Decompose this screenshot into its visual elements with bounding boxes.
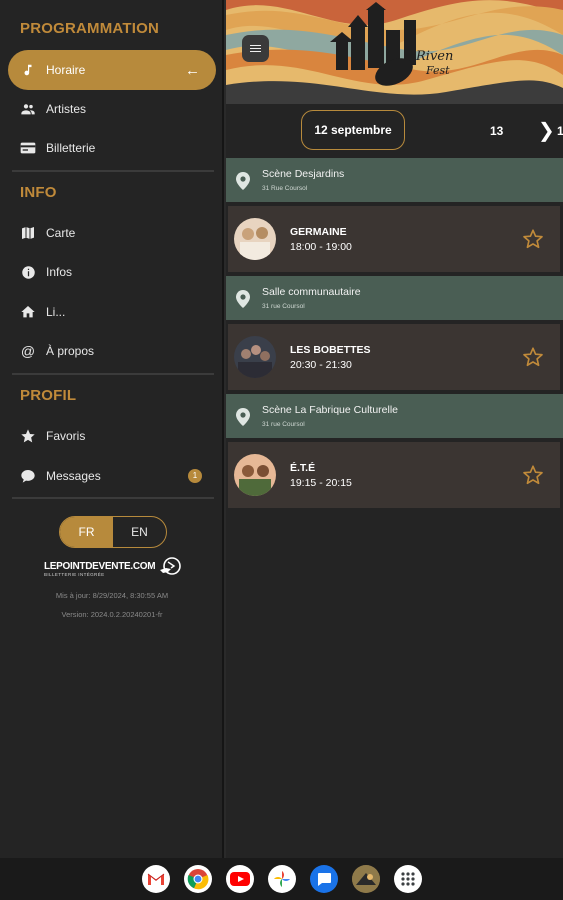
- last-updated-text: Mis à jour: 8/29/2024, 8:30:55 AM: [55, 591, 169, 600]
- date-selector: 12 septembre 13 ❯ 1: [226, 104, 563, 156]
- svg-text:Fest: Fest: [425, 64, 450, 77]
- divider: [12, 373, 214, 375]
- people-icon: [20, 101, 36, 117]
- app: PROGRAMMATION Horaire ← Artistes Billett…: [0, 0, 563, 900]
- favorite-star-icon[interactable]: [522, 346, 544, 373]
- festival-banner: Riven Fest: [226, 0, 563, 104]
- artist-avatar: [234, 336, 276, 378]
- nav-item-label: Li...: [46, 305, 66, 319]
- performance-time: 20:30 - 21:30: [290, 359, 352, 371]
- star-icon: [20, 428, 36, 444]
- arrow-left-icon[interactable]: ←: [185, 62, 200, 79]
- lepointdevente-logo[interactable]: LEPOINTDEVENTE.COM BILLETTERIE INTÉGRÉE: [44, 556, 184, 583]
- chat-bubble-icon: [20, 468, 36, 484]
- nav-item-label: Horaire: [46, 63, 86, 77]
- chevron-right-icon[interactable]: ❯: [538, 118, 555, 143]
- schedule-view: Riven Fest 12 septembre 13 ❯ 1 Scène Des…: [226, 0, 563, 858]
- app-icon[interactable]: [351, 865, 380, 893]
- favorite-star-icon[interactable]: [522, 464, 544, 491]
- venue-address: 31 Rue Coursol: [262, 185, 308, 192]
- artist-name: É.T.É: [290, 462, 316, 474]
- date-tab-next[interactable]: 13: [490, 124, 503, 138]
- nav-item-label: Billetterie: [46, 141, 96, 155]
- venue-name: Scène La Fabrique Culturelle: [262, 404, 398, 416]
- performance-card[interactable]: GERMAINE 18:00 - 19:00: [228, 206, 560, 272]
- credit-card-icon: [20, 140, 36, 156]
- artist-avatar: [234, 218, 276, 260]
- navigation-drawer: PROGRAMMATION Horaire ← Artistes Billett…: [0, 0, 224, 858]
- svg-text:Riven: Riven: [415, 49, 453, 64]
- performance-card[interactable]: LES BOBETTES 20:30 - 21:30: [228, 324, 560, 390]
- banner-waves-image: Riven Fest: [226, 0, 563, 104]
- location-pin-icon: [236, 408, 250, 431]
- performance-time: 18:00 - 19:00: [290, 241, 352, 253]
- section-title-info: INFO: [20, 184, 57, 201]
- system-taskbar: [0, 858, 563, 900]
- date-tab-selected[interactable]: 12 septembre: [301, 110, 405, 150]
- nav-item-favoris[interactable]: Favoris: [8, 416, 216, 456]
- section-title-programmation: PROGRAMMATION: [20, 20, 159, 37]
- artist-name: LES BOBETTES: [290, 344, 371, 356]
- gmail-icon[interactable]: [141, 865, 170, 893]
- artist-name: GERMAINE: [290, 226, 347, 238]
- nav-item-carte[interactable]: Carte: [8, 213, 216, 253]
- logo-sub-text: BILLETTERIE INTÉGRÉE: [44, 571, 105, 577]
- venue-header: Salle communautaire 31 rue Coursol: [226, 276, 563, 320]
- nav-item-label: À propos: [46, 344, 95, 358]
- chrome-icon[interactable]: [183, 865, 212, 893]
- nav-item-label: Favoris: [46, 429, 86, 443]
- performance-time: 19:15 - 20:15: [290, 477, 352, 489]
- info-icon: [20, 264, 36, 280]
- divider: [12, 497, 214, 499]
- home-icon: [20, 304, 36, 320]
- hamburger-icon: [250, 43, 261, 54]
- menu-button[interactable]: [242, 35, 269, 62]
- youtube-icon[interactable]: [225, 865, 254, 893]
- messages-count-badge: 1: [188, 469, 202, 483]
- venue-address: 31 rue Coursol: [262, 303, 305, 310]
- nav-item-artistes[interactable]: Artistes: [8, 89, 216, 129]
- nav-item-messages[interactable]: Messages 1: [8, 456, 216, 496]
- divider: [12, 170, 214, 172]
- lang-en-button[interactable]: EN: [113, 517, 166, 547]
- nav-item-label: Carte: [46, 226, 76, 240]
- section-title-profil: PROFIL: [20, 387, 77, 404]
- nav-item-label: Messages: [46, 469, 101, 483]
- map-icon: [20, 225, 36, 241]
- messages-icon[interactable]: [309, 865, 338, 893]
- music-note-icon: [20, 62, 36, 78]
- nav-item-apropos[interactable]: @ À propos: [8, 331, 216, 371]
- artist-avatar: [234, 454, 276, 496]
- location-pin-icon: [236, 290, 250, 313]
- nav-item-billetterie[interactable]: Billetterie: [8, 128, 216, 168]
- venue-header: Scène Desjardins 31 Rue Coursol: [226, 158, 563, 202]
- date-tab-partial[interactable]: 1: [557, 124, 563, 138]
- favorite-star-icon[interactable]: [522, 228, 544, 255]
- nav-item-liens[interactable]: Li...: [8, 292, 216, 332]
- nav-item-label: Infos: [46, 265, 73, 279]
- language-toggle: FR EN: [59, 516, 167, 548]
- venue-header: Scène La Fabrique Culturelle 31 rue Cour…: [226, 394, 563, 438]
- logo-main-text: LEPOINTDEVENTE.COM: [44, 560, 156, 572]
- at-sign-icon: @: [20, 343, 36, 359]
- photos-icon[interactable]: [267, 865, 296, 893]
- venue-address: 31 rue Coursol: [262, 421, 305, 428]
- location-pin-icon: [236, 172, 250, 195]
- venue-name: Salle communautaire: [262, 286, 361, 298]
- launcher-icon[interactable]: [393, 865, 422, 893]
- version-text: Version: 2024.0.2.20240201-fr: [61, 610, 163, 619]
- ticket-hand-icon: [157, 556, 183, 583]
- nav-item-label: Artistes: [46, 102, 87, 116]
- nav-item-infos[interactable]: Infos: [8, 252, 216, 292]
- lang-fr-button[interactable]: FR: [60, 517, 113, 547]
- performance-card[interactable]: É.T.É 19:15 - 20:15: [228, 442, 560, 508]
- venue-name: Scène Desjardins: [262, 168, 345, 180]
- nav-item-horaire[interactable]: Horaire ←: [8, 50, 216, 90]
